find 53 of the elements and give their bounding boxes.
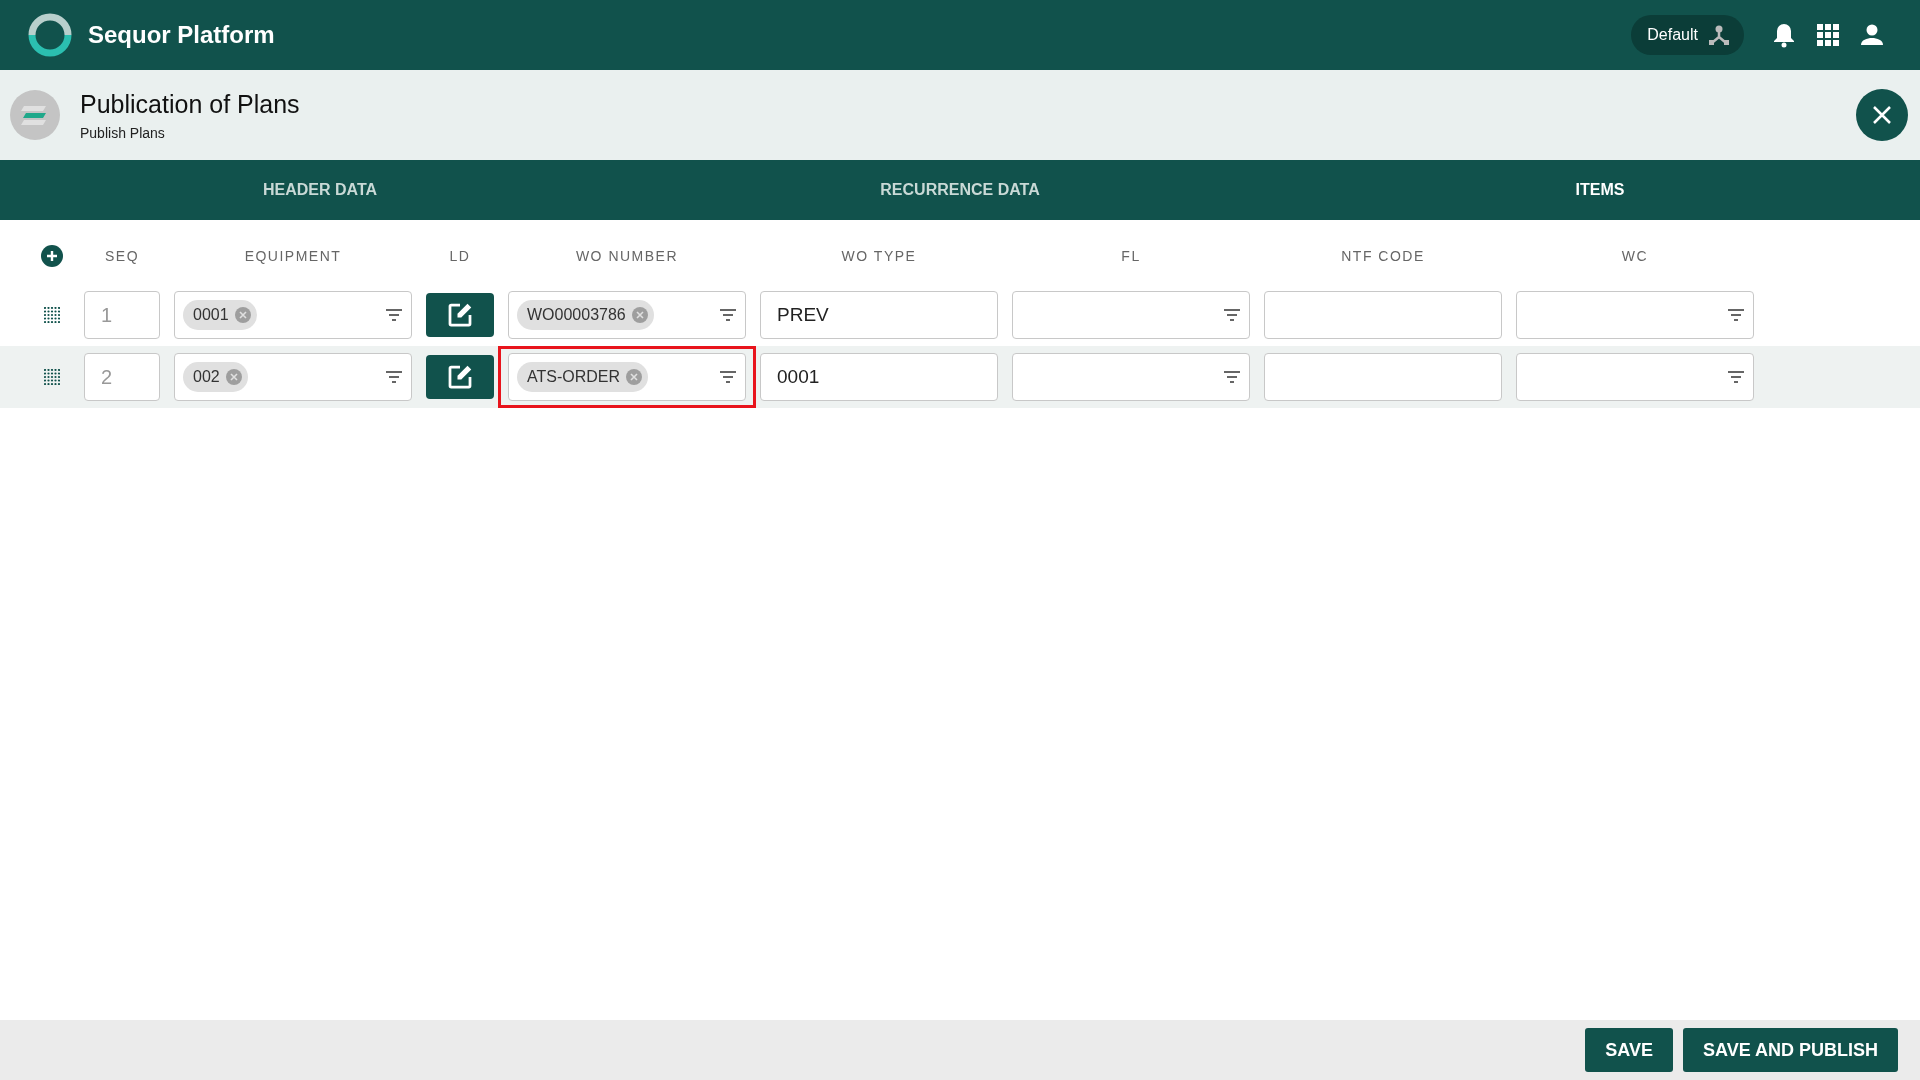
text-field[interactable]: 0001 (760, 353, 998, 401)
app-title: Sequor Platform (88, 21, 276, 49)
filter-icon[interactable] (385, 308, 403, 322)
filter-icon[interactable] (1223, 308, 1241, 322)
edit-button[interactable] (426, 293, 494, 337)
chip-label: ATS-ORDER (527, 368, 621, 386)
filter-icon[interactable] (719, 308, 737, 322)
table-row[interactable]: 1 0001 WO00003786 PREV (0, 284, 1920, 346)
column-header: FL (1120, 248, 1142, 264)
column-header: WO NUMBER (574, 248, 680, 264)
select-field[interactable] (1516, 353, 1754, 401)
close-button[interactable] (1856, 89, 1908, 141)
select-field[interactable] (1516, 291, 1754, 339)
tab[interactable]: ITEMS (1280, 160, 1920, 220)
select-field[interactable]: ATS-ORDER (508, 353, 746, 401)
filter-icon[interactable] (719, 370, 737, 384)
filter-icon[interactable] (385, 370, 403, 384)
close-icon (1872, 105, 1892, 125)
column-header: WO TYPE (840, 248, 918, 264)
footer-button[interactable]: SAVE AND PUBLISH (1682, 1028, 1898, 1072)
column-header: EQUIPMENT (243, 248, 343, 264)
table-row[interactable]: 2 002 ATS-ORDER 0001 (0, 346, 1920, 408)
column-header: NTF CODE (1340, 248, 1426, 264)
drag-handle-icon[interactable] (44, 369, 60, 385)
drag-handle-icon[interactable] (44, 307, 60, 323)
text-field[interactable]: PREV (760, 291, 998, 339)
select-field[interactable] (1012, 353, 1250, 401)
chip-label: 0001 (193, 306, 229, 324)
column-header: LD (448, 248, 472, 264)
edit-button[interactable] (426, 355, 494, 399)
select-field[interactable]: WO00003786 (508, 291, 746, 339)
filter-icon[interactable] (1223, 370, 1241, 384)
text-field[interactable] (1264, 291, 1502, 339)
add-row-icon[interactable] (41, 245, 63, 267)
select-field[interactable]: 002 (174, 353, 412, 401)
select-field[interactable] (1012, 291, 1250, 339)
filter-icon[interactable] (1727, 370, 1745, 384)
tab[interactable]: HEADER DATA (0, 160, 640, 220)
column-header: WC (1620, 248, 1650, 264)
tab[interactable]: RECURRENCE DATA (640, 160, 1280, 220)
text-field[interactable] (1264, 353, 1502, 401)
column-header: SEQ (103, 248, 141, 264)
page-subtitle: Publish Plans (80, 124, 166, 141)
module-logo-icon (10, 90, 60, 140)
chip-label: 002 (193, 368, 220, 386)
hierarchy-icon (1708, 24, 1730, 46)
chip-label: WO00003786 (527, 306, 626, 324)
filter-icon[interactable] (1727, 308, 1745, 322)
profile-selector[interactable]: Default (1631, 15, 1744, 55)
logo-icon (28, 13, 72, 57)
page-title: Publication of Plans (80, 89, 301, 119)
footer-button[interactable]: SAVE (1585, 1028, 1673, 1072)
select-field[interactable]: 0001 (174, 291, 412, 339)
